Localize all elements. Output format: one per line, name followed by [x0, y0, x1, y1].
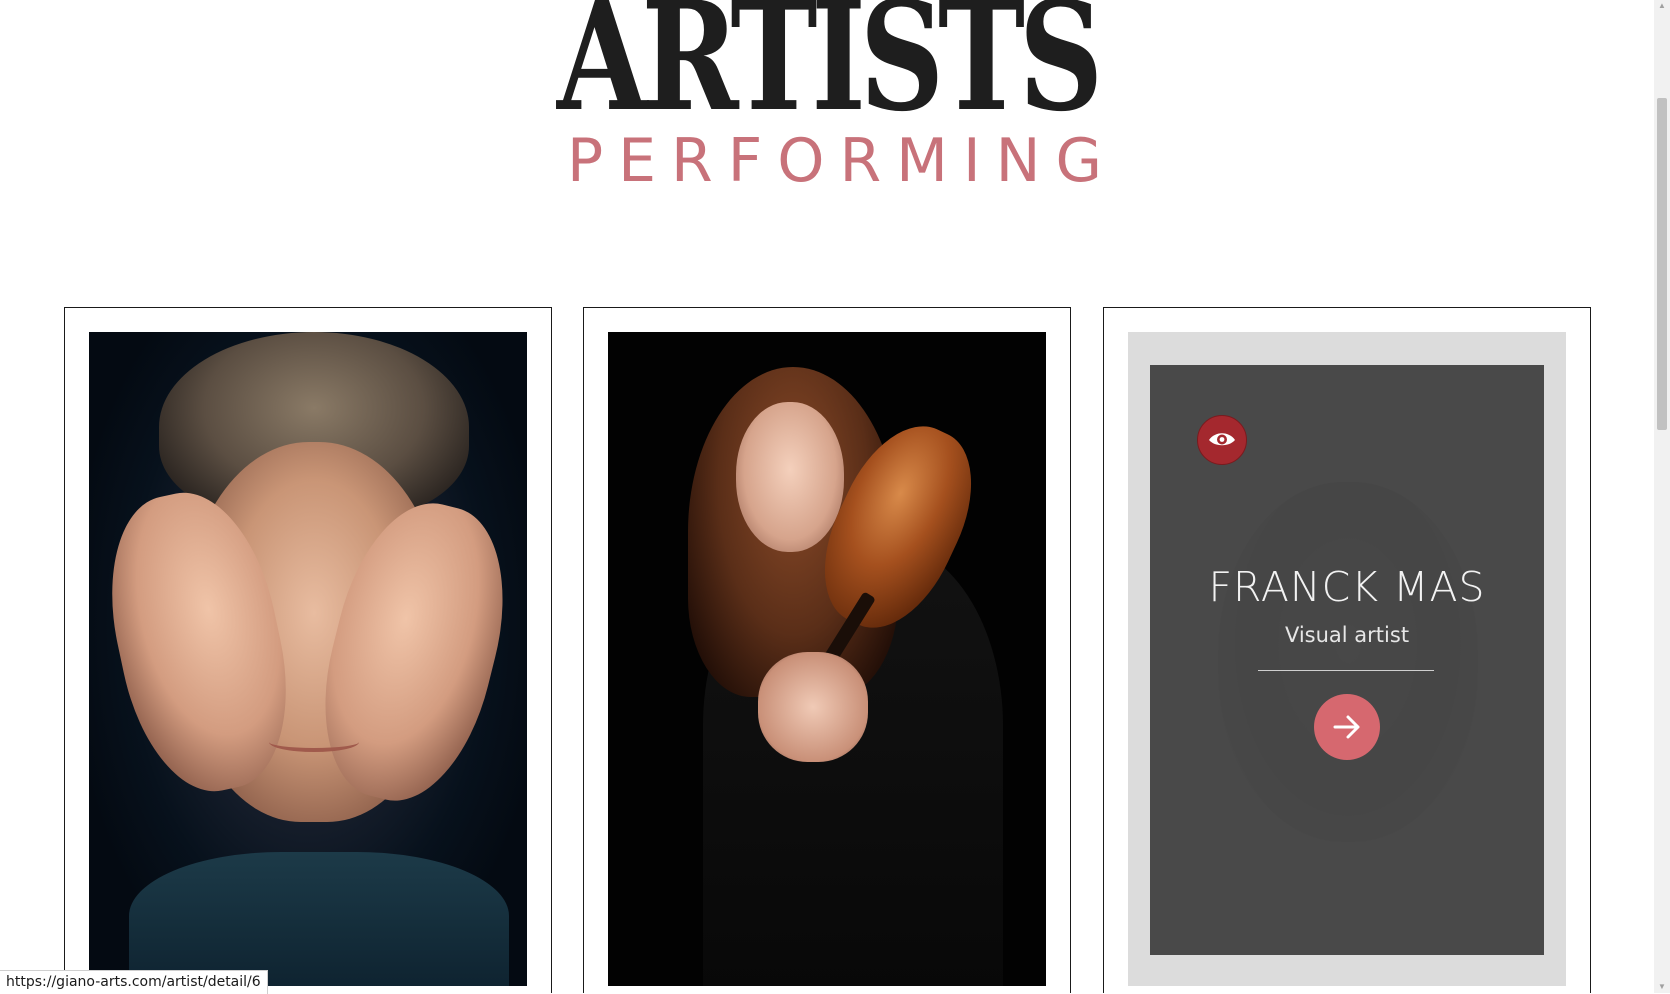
photo-detail — [758, 652, 868, 762]
view-artist-button[interactable] — [1314, 694, 1380, 760]
page-subtitle: PERFORMING — [566, 126, 1118, 196]
artist-card[interactable] — [583, 307, 1071, 993]
scrollbar-thumb[interactable] — [1657, 98, 1667, 430]
vertical-scrollbar[interactable]: ▲ ▼ — [1654, 0, 1670, 993]
artist-photo[interactable] — [89, 332, 527, 986]
photo-detail — [129, 852, 509, 986]
divider — [1258, 670, 1434, 671]
eye-icon[interactable] — [1197, 415, 1247, 465]
artists-page: ARTISTS PERFORMING FRANCK MAS Visual art… — [0, 0, 1654, 993]
photo-detail — [736, 402, 844, 552]
artist-role: Visual artist — [1284, 623, 1410, 647]
artist-name: FRANCK MAS — [1208, 563, 1486, 611]
scroll-up-icon[interactable]: ▲ — [1654, 0, 1670, 12]
artist-card[interactable] — [64, 307, 552, 993]
artist-photo[interactable] — [608, 332, 1046, 986]
arrow-right-icon — [1333, 715, 1360, 739]
scroll-down-icon[interactable]: ▼ — [1654, 981, 1670, 993]
page-title: ARTISTS — [556, 0, 1103, 145]
photo-detail — [269, 732, 359, 752]
artist-hover-overlay[interactable]: FRANCK MAS Visual artist — [1150, 365, 1544, 955]
status-bar-url: https://giano-arts.com/artist/detail/6 — [0, 970, 268, 994]
artist-card[interactable]: FRANCK MAS Visual artist — [1103, 307, 1591, 993]
artist-photo[interactable]: FRANCK MAS Visual artist — [1128, 332, 1566, 986]
